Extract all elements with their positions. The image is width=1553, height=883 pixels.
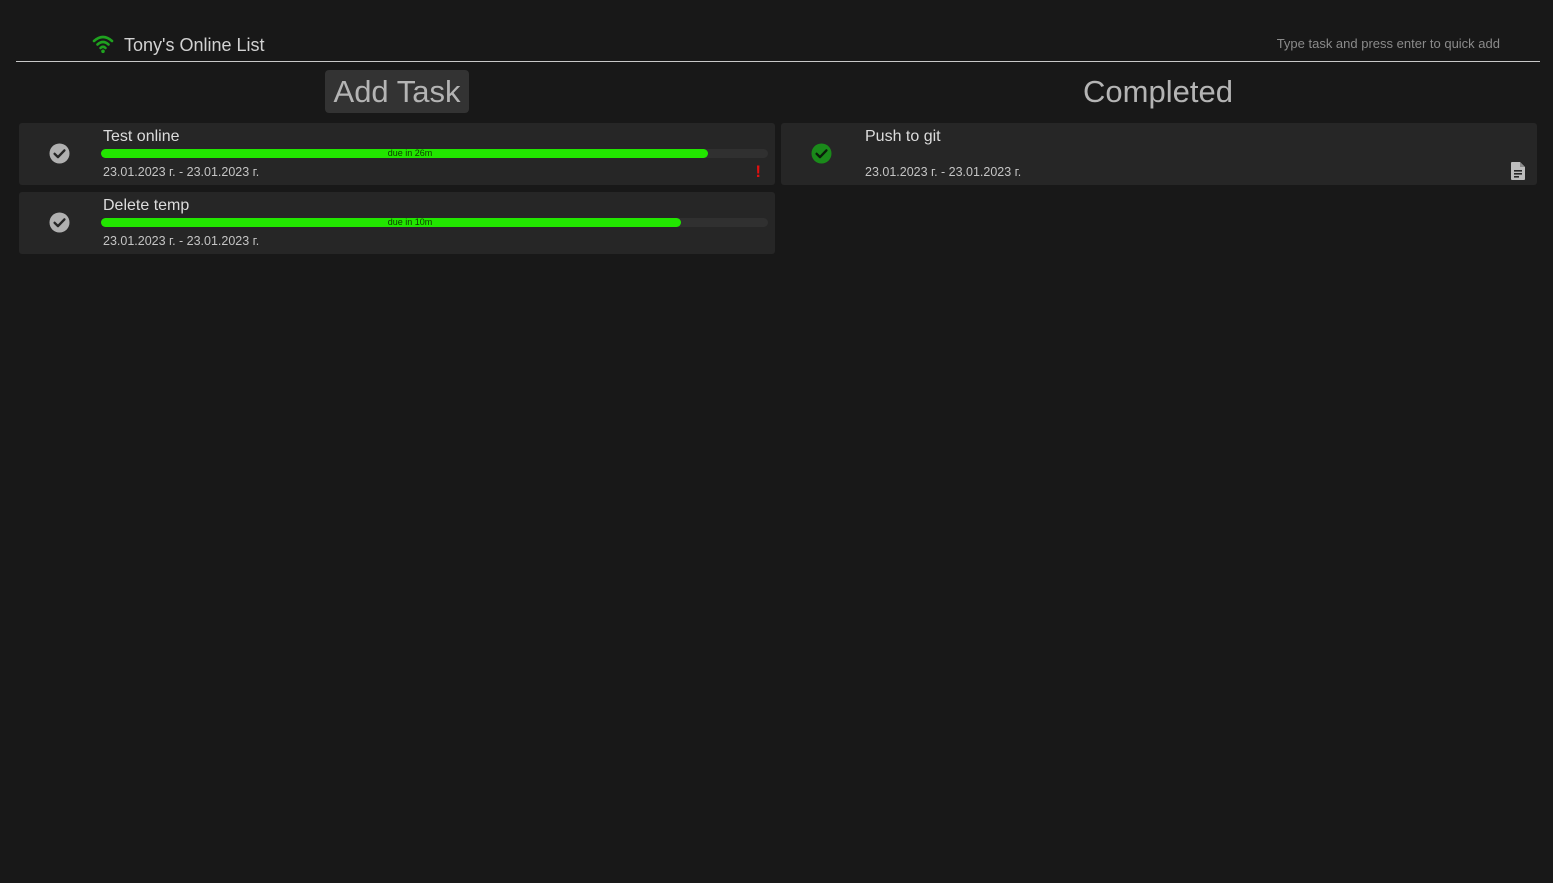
completed-task-card[interactable]: Push to git 23.01.2023 г. - 23.01.2023 г… bbox=[781, 123, 1537, 185]
app-header: Tony's Online List bbox=[16, 28, 1540, 62]
due-progress-bar: due in 10m bbox=[101, 217, 768, 227]
task-dates: 23.01.2023 г. - 23.01.2023 г. bbox=[103, 234, 260, 248]
completed-heading: Completed bbox=[1083, 74, 1233, 109]
check-circle-icon[interactable] bbox=[811, 143, 832, 164]
task-title: Test online bbox=[103, 128, 180, 145]
task-card[interactable]: Test online due in 26m 23.01.2023 г. - 2… bbox=[19, 123, 775, 185]
quick-add-input[interactable] bbox=[1200, 36, 1500, 51]
due-progress-label: due in 10m bbox=[387, 217, 433, 227]
moon-icon[interactable] bbox=[62, 34, 80, 56]
task-dates: 23.01.2023 г. - 23.01.2023 г. bbox=[865, 165, 1022, 179]
task-title: Push to git bbox=[865, 128, 941, 145]
important-icon: ! bbox=[755, 162, 761, 181]
check-circle-icon[interactable] bbox=[49, 212, 70, 233]
due-progress-label: due in 26m bbox=[387, 148, 433, 158]
app-title: Tony's Online List bbox=[124, 35, 265, 55]
check-circle-icon[interactable] bbox=[49, 143, 70, 164]
document-icon[interactable] bbox=[1511, 162, 1525, 180]
add-task-button[interactable]: Add Task bbox=[325, 70, 469, 113]
task-card[interactable]: Delete temp due in 10m 23.01.2023 г. - 2… bbox=[19, 192, 775, 254]
task-title: Delete temp bbox=[103, 197, 190, 214]
due-progress-bar: due in 26m bbox=[101, 148, 768, 158]
wifi-icon bbox=[92, 35, 114, 54]
task-dates: 23.01.2023 г. - 23.01.2023 г. bbox=[103, 165, 260, 179]
